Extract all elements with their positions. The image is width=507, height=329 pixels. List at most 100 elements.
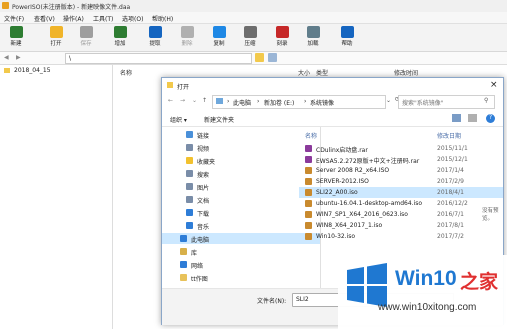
folder-up-icon[interactable] (255, 53, 264, 62)
menu-tools[interactable]: 工具(T) (93, 14, 113, 23)
file-date: 2017/2/9 (437, 178, 464, 185)
tree-item[interactable]: 收藏夹 (162, 155, 320, 166)
tree-item[interactable]: 网络 (162, 259, 320, 270)
organize-button[interactable]: 组织 ▾ (170, 115, 187, 124)
title-bar: PowerISO(未注册版本) - 新建映像文件.daa (0, 0, 507, 12)
help-icon[interactable]: ? (486, 114, 495, 123)
file-row[interactable]: WIN8_X64_2017_1.iso 2017/8/1 (299, 220, 503, 231)
tree-item[interactable]: 库 (162, 246, 320, 257)
view-options-icon[interactable] (452, 114, 461, 122)
menu-bar: 文件(F) 查看(V) 操作(A) 工具(T) 选项(O) 帮助(H) (0, 12, 507, 24)
dialog-app-icon (167, 82, 173, 88)
breadcrumb-sep-icon: › (304, 98, 307, 105)
folder-tree-pane: 2018_04_15 (0, 65, 113, 329)
back-icon[interactable]: ◀ (4, 54, 9, 61)
burn-disc-icon (275, 26, 289, 38)
file-row[interactable]: SLI22_A00.iso 2018/4/1 (299, 187, 503, 198)
view-mode-icon[interactable] (268, 53, 277, 62)
computer-icon (180, 235, 187, 242)
menu-action[interactable]: 操作(A) (63, 14, 84, 23)
col-name[interactable]: 名称 (120, 68, 132, 77)
tree-item-label: 此电脑 (191, 237, 210, 244)
col-modified[interactable]: 修改时间 (394, 68, 418, 77)
up-arrow-icon[interactable]: ↑ (202, 97, 207, 104)
file-row[interactable]: WIN7_SP1_X64_2016_0623.iso 2016/7/1 (299, 209, 503, 220)
file-row[interactable]: CDulinx启动盘.rar 2015/11/1 (299, 143, 503, 154)
brand-text: Win10 (395, 267, 457, 290)
forward-icon[interactable]: ▶ (16, 54, 21, 61)
files-header-name[interactable]: 名称 (305, 131, 317, 140)
tree-item[interactable]: 此电脑 (162, 233, 320, 244)
breadcrumb[interactable]: › 此电脑 › 新加卷 (E:) › 系统镜像 (212, 95, 386, 109)
help-button[interactable]: 帮助 (335, 26, 359, 49)
toolbar: 新建 打开 保存 增加 提取 删除 复制 压缩 刻录 加载 帮助 (0, 24, 507, 52)
menu-file[interactable]: 文件(F) (4, 14, 24, 23)
tree-item[interactable]: 视频 (162, 142, 320, 153)
file-row[interactable]: Win10-32.iso 2017/7/2 (299, 231, 503, 242)
compress-button[interactable]: 压缩 (238, 26, 262, 49)
filename-value: SLI2 (296, 296, 309, 303)
col-size[interactable]: 大小 (298, 68, 310, 77)
file-name: SLI22_A00.iso (316, 189, 358, 196)
file-row[interactable]: ubuntu-16.04.1-desktop-amd64.iso 2016/12/… (299, 198, 503, 209)
file-row[interactable]: EWSA5.2.272原版+中文+注册码.rar 2015/12/1 (299, 154, 503, 165)
network-icon (180, 261, 187, 268)
windows-logo-icon (347, 263, 387, 307)
mount-button[interactable]: 加载 (301, 26, 325, 49)
tree-item[interactable]: tt作图 (162, 272, 320, 283)
menu-view[interactable]: 查看(V) (34, 14, 55, 23)
breadcrumb-drive[interactable]: 新加卷 (E:) (264, 98, 294, 107)
extract-button[interactable]: 提取 (143, 26, 167, 49)
breadcrumb-folder[interactable]: 系统镜像 (310, 98, 334, 107)
dialog-close-icon[interactable]: × (490, 80, 498, 90)
dialog-title: 打开 (177, 84, 190, 91)
copy-button[interactable]: 复制 (207, 26, 231, 49)
burn-button[interactable]: 刻录 (270, 26, 294, 49)
file-name: SERVER-2012.ISO (316, 178, 369, 185)
link-icon (186, 131, 193, 138)
forward-arrow-icon[interactable]: → (180, 97, 185, 104)
menu-options[interactable]: 选项(O) (122, 14, 143, 23)
library-icon (180, 248, 187, 255)
file-icon (305, 178, 312, 185)
tree-item[interactable]: 文档 (162, 194, 320, 205)
files-header-modified[interactable]: 修改日期 (437, 131, 461, 140)
tree-item[interactable]: 图片 (162, 181, 320, 192)
file-name: WIN7_SP1_X64_2016_0623.iso (316, 211, 408, 218)
file-row[interactable]: SERVER-2012.ISO 2017/2/9 (299, 176, 503, 187)
breadcrumb-computer[interactable]: 此电脑 (233, 98, 251, 107)
tree-item[interactable]: 搜索 (162, 168, 320, 179)
add-button[interactable]: 增加 (108, 26, 132, 49)
tree-item[interactable]: 链接 (162, 129, 320, 140)
breadcrumb-dropdown-icon[interactable]: ⌄ (386, 97, 391, 104)
watermark-url: www.win10xitong.com (378, 302, 477, 313)
file-icon (305, 156, 312, 163)
file-date: 2017/7/2 (437, 233, 464, 240)
new-folder-button[interactable]: 新建文件夹 (204, 115, 234, 124)
delete-button[interactable]: 删除 (175, 26, 199, 49)
search-input[interactable]: 搜索"系统镜像" ⚲ (398, 95, 495, 109)
file-date: 2016/7/1 (437, 211, 464, 218)
recent-chevron-icon[interactable]: ⌄ (192, 97, 197, 104)
tree-root[interactable]: 2018_04_15 (14, 67, 51, 74)
file-date: 2015/11/1 (437, 145, 468, 152)
file-date: 2017/8/1 (437, 222, 464, 229)
add-icon (113, 26, 127, 38)
folder-icon (180, 274, 187, 281)
file-icon (305, 200, 312, 207)
menu-help[interactable]: 帮助(H) (152, 14, 173, 23)
file-name: WIN8_X64_2017_1.iso (316, 222, 383, 229)
tree-item[interactable]: 音乐 (162, 220, 320, 231)
open-button[interactable]: 打开 (44, 26, 68, 49)
address-bar: ◀ ▶ \ (0, 52, 507, 65)
tree-item[interactable]: 下载 (162, 207, 320, 218)
file-row[interactable]: Server 2008 R2_x64.ISO 2017/1/4 (299, 165, 503, 176)
preview-pane-icon[interactable] (468, 114, 477, 122)
save-button[interactable]: 保存 (74, 26, 98, 49)
col-type[interactable]: 类型 (316, 68, 328, 77)
path-field[interactable]: \ (65, 53, 252, 64)
back-arrow-icon[interactable]: ← (168, 97, 173, 104)
tree-item-label: 文档 (197, 198, 210, 205)
dialog-command-bar: 组织 ▾ 新建文件夹 ? (162, 112, 503, 127)
new-button[interactable]: 新建 (4, 26, 28, 49)
